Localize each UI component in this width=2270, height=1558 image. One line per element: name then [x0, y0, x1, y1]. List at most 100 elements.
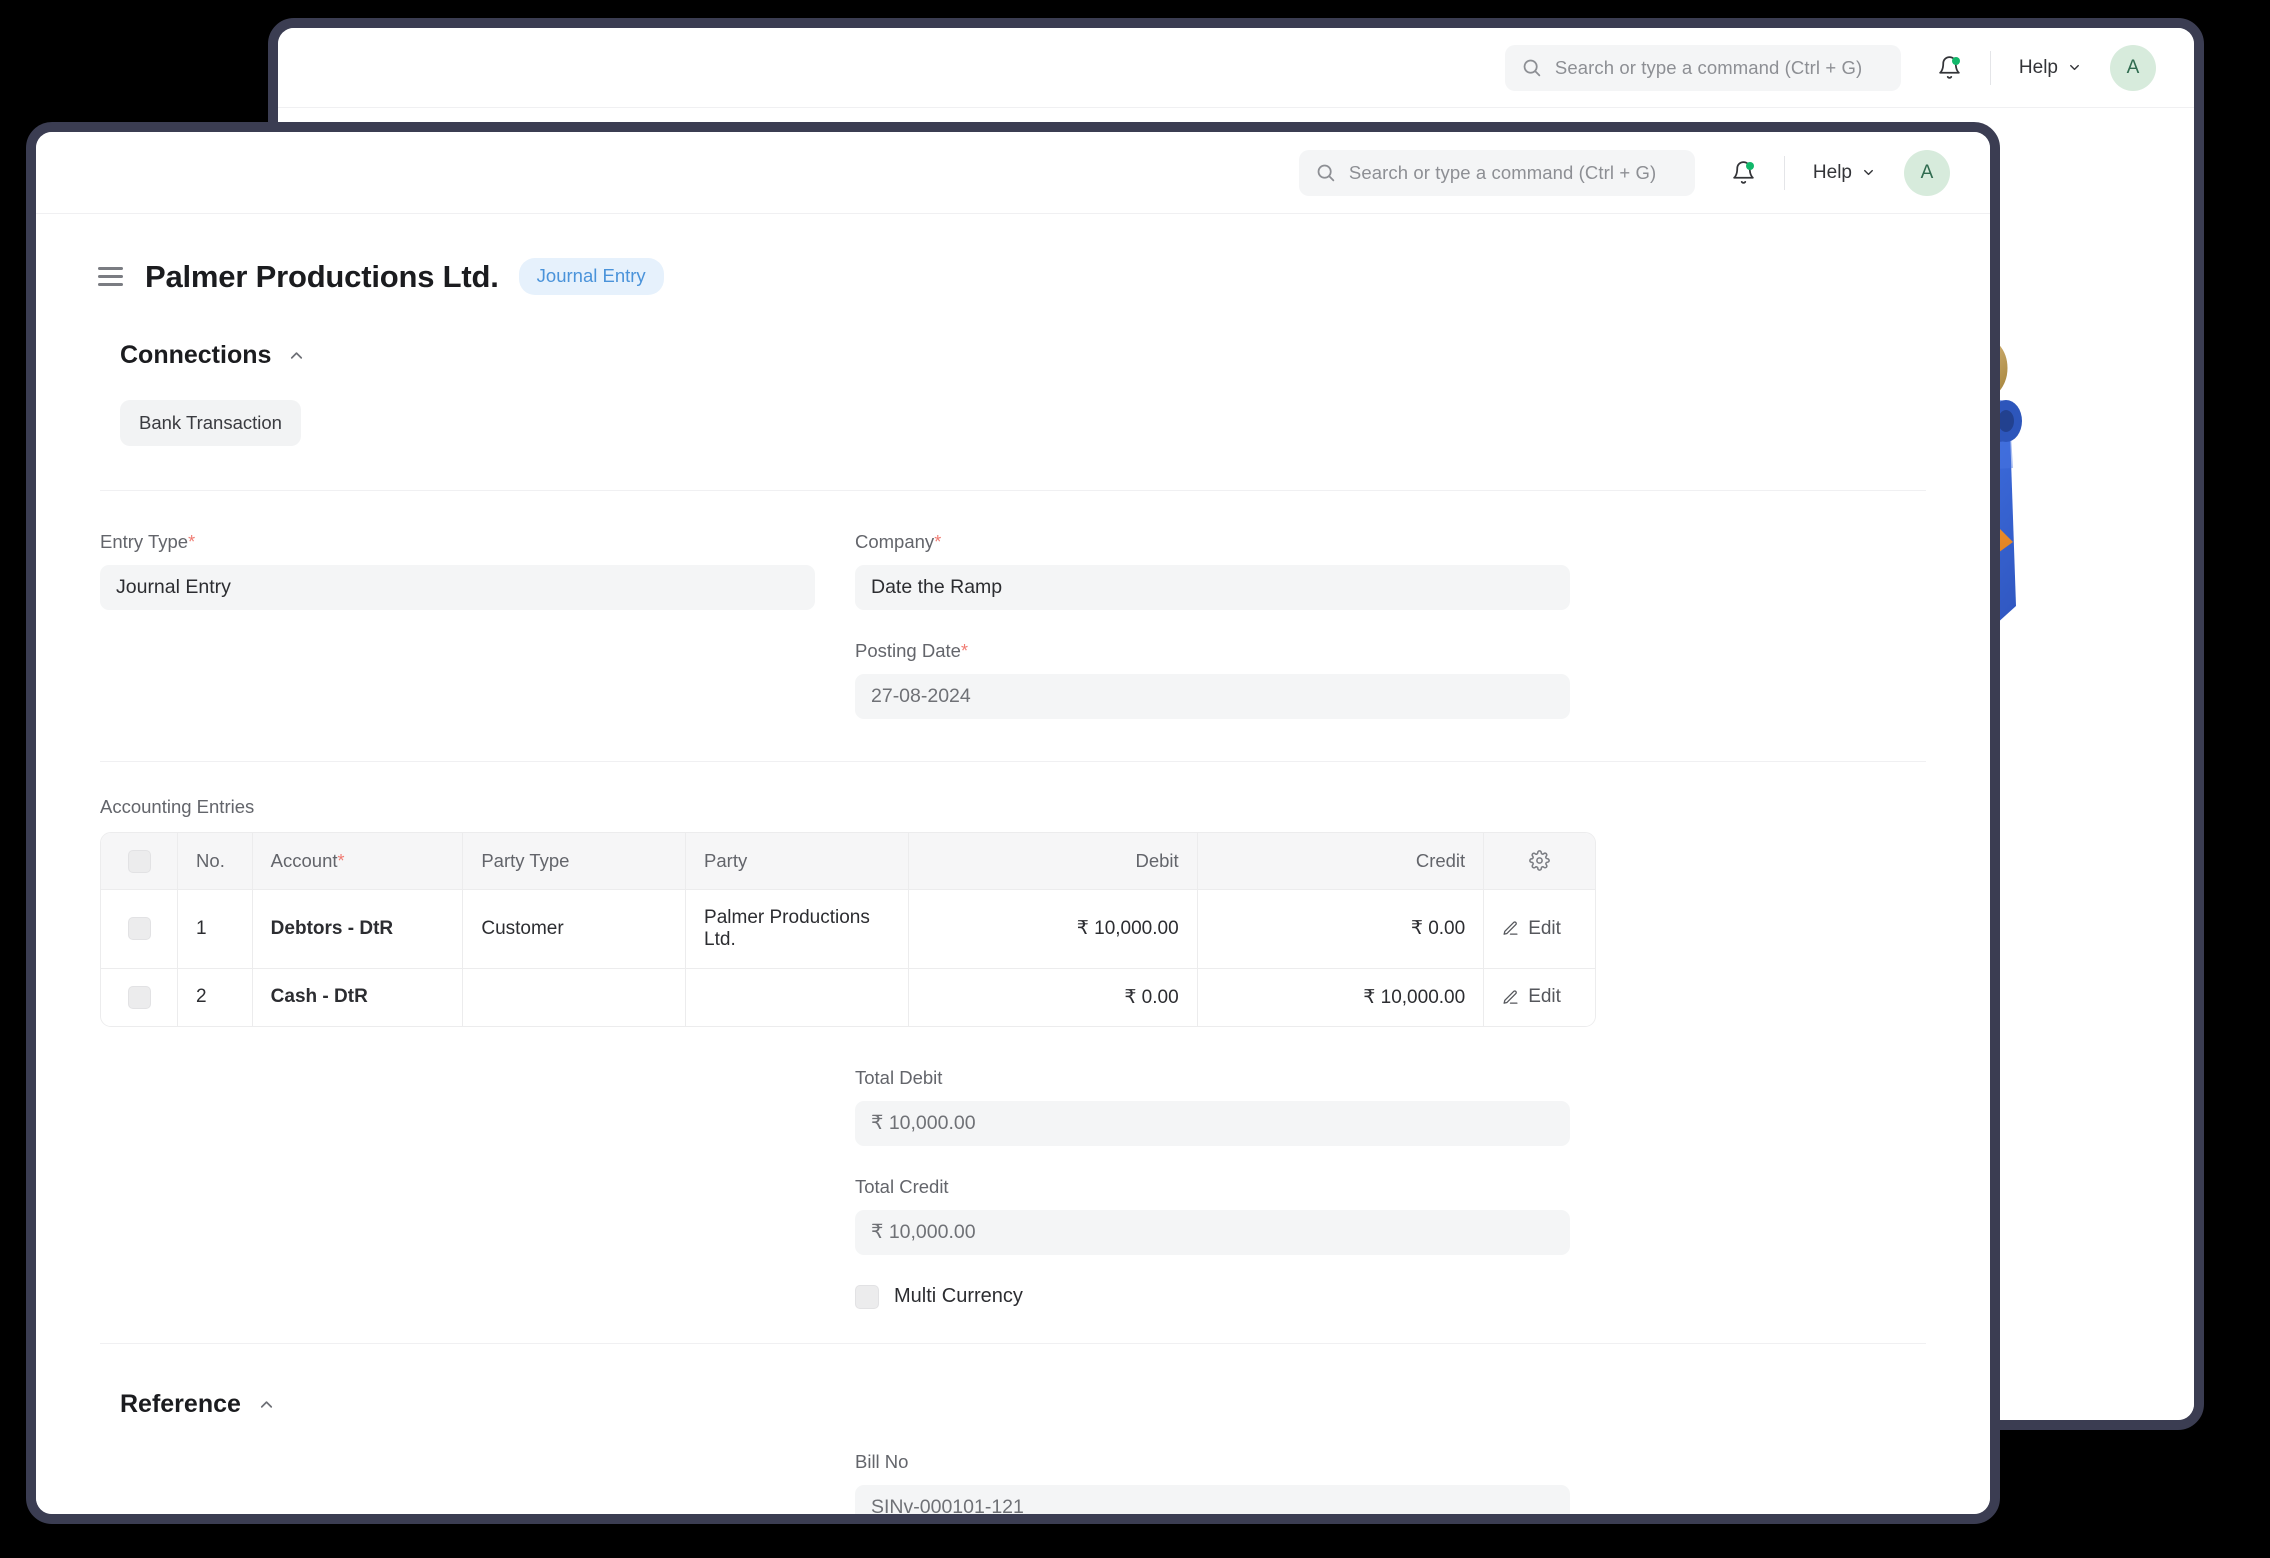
- accounting-entries-section: Accounting Entries No. Account* Party Ty…: [36, 762, 1990, 1027]
- edit-label: Edit: [1528, 986, 1561, 1008]
- search-input[interactable]: Search or type a command (Ctrl + G): [1504, 44, 1901, 91]
- column-header-party-type: Party Type: [463, 833, 687, 890]
- table-row[interactable]: 1 Debtors - DtR Customer Palmer Producti…: [101, 889, 1595, 969]
- field-posting-date: Posting Date* 27-08-2024: [855, 640, 1570, 719]
- reference-form: Bill No SINv-000101-121 Bill Date 27-08-…: [36, 1419, 1990, 1514]
- search-placeholder-text: Search or type a command (Ctrl + G): [1348, 161, 1657, 183]
- total-debit-label: Total Debit: [855, 1066, 943, 1088]
- help-menu-button[interactable]: Help: [1813, 162, 1876, 184]
- main-topbar: Search or type a command (Ctrl + G) Help…: [36, 132, 1990, 214]
- chevron-up-icon[interactable]: [257, 1395, 276, 1414]
- column-header-debit: Debit: [908, 833, 1198, 890]
- connections-title: Connections: [120, 341, 272, 369]
- row-checkbox[interactable]: [127, 985, 151, 1009]
- field-label: Entry Type*: [100, 531, 815, 553]
- search-input[interactable]: Search or type a command (Ctrl + G): [1298, 149, 1695, 196]
- topbar-divider: [1783, 155, 1785, 190]
- row-edit-cell: Edit: [1484, 889, 1595, 969]
- hamburger-bar: [98, 275, 123, 278]
- page-title: Palmer Productions Ltd.: [145, 258, 499, 294]
- row-party-type[interactable]: [463, 968, 687, 1026]
- form-right-column: Company* Date the Ramp Posting Date* 27-…: [855, 531, 1570, 749]
- table-header-row: No. Account* Party Type Party Debit Cred…: [101, 833, 1595, 890]
- hamburger-bar: [98, 267, 123, 270]
- entry-type-input[interactable]: Journal Entry: [100, 565, 815, 610]
- required-marker: *: [337, 850, 345, 871]
- row-checkbox[interactable]: [127, 917, 151, 941]
- search-placeholder-text: Search or type a command (Ctrl + G): [1554, 56, 1863, 78]
- column-header-credit: Credit: [1197, 833, 1485, 890]
- avatar[interactable]: A: [2110, 44, 2156, 91]
- table-row[interactable]: 2 Cash - DtR ₹ 0.00 ₹ 10,000.00 Edit: [101, 968, 1595, 1026]
- row-number: 2: [178, 968, 253, 1026]
- edit-row-button[interactable]: Edit: [1502, 918, 1577, 940]
- notifications-button[interactable]: [1731, 160, 1756, 185]
- field-company: Company* Date the Ramp: [855, 531, 1570, 610]
- row-debit[interactable]: ₹ 0.00: [908, 968, 1198, 1026]
- required-marker: *: [188, 532, 196, 552]
- reference-title: Reference: [120, 1389, 241, 1418]
- account-header-label: Account: [270, 849, 338, 871]
- chevron-down-icon: [2070, 64, 2079, 71]
- accounting-entries-label: Accounting Entries: [100, 796, 255, 817]
- notifications-button[interactable]: [1937, 55, 1962, 80]
- column-header-party: Party: [686, 833, 909, 890]
- entry-type-label: Entry Type: [100, 531, 189, 552]
- status-badge[interactable]: Journal Entry: [518, 258, 664, 295]
- help-menu-button[interactable]: Help: [2019, 57, 2082, 79]
- multi-currency-checkbox[interactable]: [855, 1284, 879, 1309]
- row-party[interactable]: [686, 968, 909, 1026]
- row-select-cell: [101, 968, 179, 1026]
- edit-row-button[interactable]: Edit: [1502, 986, 1577, 1008]
- main-form: Entry Type* Journal Entry Company* Date …: [36, 491, 1990, 749]
- document-page: Palmer Productions Ltd. Journal Entry Co…: [36, 214, 1990, 1514]
- row-party[interactable]: Palmer Productions Ltd.: [686, 889, 909, 969]
- select-all-header: [101, 833, 179, 890]
- avatar-initial: A: [2126, 56, 2140, 78]
- multi-currency-label: Multi Currency: [894, 1285, 1023, 1308]
- row-party-type[interactable]: Customer: [463, 889, 687, 969]
- chevron-up-icon[interactable]: [287, 346, 306, 365]
- total-credit-label: Total Credit: [855, 1175, 949, 1197]
- gear-icon[interactable]: [1502, 850, 1577, 872]
- help-label: Help: [2018, 56, 2058, 78]
- totals-right-column: Total Debit ₹ 10,000.00 Total Credit ₹ 1…: [855, 1067, 1570, 1309]
- posting-date-input[interactable]: 27-08-2024: [855, 674, 1570, 719]
- row-number: 1: [178, 889, 253, 969]
- bill-no-input[interactable]: SINv-000101-121: [855, 1484, 1570, 1514]
- search-icon: [1317, 164, 1335, 182]
- reference-left-column: [100, 1451, 815, 1514]
- row-edit-cell: Edit: [1484, 968, 1595, 1026]
- main-window: Search or type a command (Ctrl + G) Help…: [26, 122, 2000, 1524]
- connection-link-bank-transaction[interactable]: Bank Transaction: [120, 400, 301, 446]
- connections-section-header: Connections: [36, 295, 1990, 370]
- search-icon: [1523, 59, 1541, 77]
- hamburger-menu-icon[interactable]: [96, 263, 125, 290]
- company-input[interactable]: Date the Ramp: [855, 565, 1570, 610]
- help-label: Help: [1812, 161, 1852, 183]
- row-account[interactable]: Cash - DtR: [252, 968, 464, 1026]
- form-left-column: Entry Type* Journal Entry: [100, 531, 815, 749]
- row-debit[interactable]: ₹ 10,000.00: [908, 889, 1198, 969]
- row-account[interactable]: Debtors - DtR: [252, 889, 464, 969]
- background-window-topbar: Search or type a command (Ctrl + G) Help…: [278, 28, 2194, 108]
- select-all-checkbox[interactable]: [127, 849, 151, 873]
- notification-dot: [1745, 162, 1754, 170]
- topbar-divider: [1989, 50, 1991, 85]
- field-total-debit: Total Debit ₹ 10,000.00: [855, 1067, 1570, 1146]
- bill-no-label: Bill No: [855, 1450, 909, 1472]
- avatar[interactable]: A: [1904, 149, 1950, 196]
- column-header-no: No.: [178, 833, 253, 890]
- multi-currency-row[interactable]: Multi Currency: [855, 1284, 1570, 1309]
- notification-dot: [1951, 57, 1960, 65]
- hamburger-bar: [98, 283, 123, 286]
- total-debit-value: ₹ 10,000.00: [855, 1100, 1570, 1146]
- row-credit[interactable]: ₹ 0.00: [1197, 889, 1485, 969]
- column-header-account: Account*: [252, 833, 464, 890]
- accounting-entries-table: No. Account* Party Type Party Debit Cred…: [100, 832, 1596, 1027]
- field-bill-no: Bill No SINv-000101-121: [855, 1451, 1570, 1514]
- reference-right-column: Bill No SINv-000101-121 Bill Date 27-08-…: [855, 1451, 1570, 1514]
- field-label: Company*: [855, 531, 1570, 553]
- total-credit-value: ₹ 10,000.00: [855, 1209, 1570, 1255]
- row-credit[interactable]: ₹ 10,000.00: [1197, 968, 1485, 1026]
